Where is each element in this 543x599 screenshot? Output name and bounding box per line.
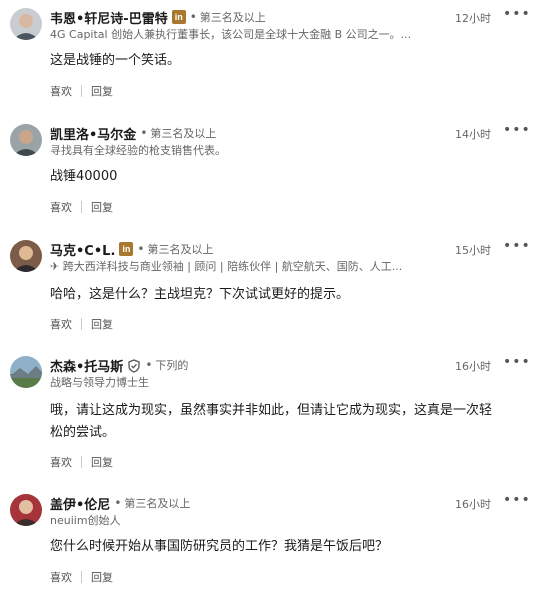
commenter-name[interactable]: 韦恩•轩尼诗-巴雷特 [50, 8, 168, 27]
linkedin-premium-icon: in [171, 10, 186, 24]
comment-actions: 喜欢 回复 [50, 569, 113, 585]
separator-dot: • [145, 358, 153, 372]
commenter-headline: 寻找具有全球经验的枪支销售代表。 [50, 144, 226, 157]
comment-header: 盖伊•伦尼 • 第三名及以上 neuiim创始人 16小时 ••• [50, 493, 537, 528]
more-options-icon[interactable]: ••• [503, 239, 530, 256]
comment-item: 马克•C•L. in • 第三名及以上 ✈ 跨大西洋科技与商业领袖 | 顾问 |… [0, 239, 543, 335]
divider [81, 571, 82, 583]
comment-header: 韦恩•轩尼诗-巴雷特 in • 第三名及以上 4G Capital 创始人兼执行… [50, 7, 537, 42]
connection-degree: 第三名及以上 [147, 243, 214, 256]
reply-button[interactable]: 回复 [91, 569, 113, 585]
separator-dot: • [114, 496, 122, 510]
commenter-headline: neuiim创始人 [50, 514, 121, 527]
comment-time: 16小时 [455, 360, 491, 373]
commenter-name[interactable]: 凯里洛•马尔金 [50, 124, 136, 143]
comment-actions: 喜欢 回复 [50, 454, 113, 470]
comment-time: 15小时 [455, 244, 491, 257]
commenter-headline: 4G Capital 创始人兼执行董事长，该公司是全球十大金融 B 公司之一。.… [50, 28, 412, 41]
connection-degree: 下列的 [155, 359, 189, 372]
linkedin-premium-icon: in [119, 242, 134, 256]
commenter-headline: ✈ 跨大西洋科技与商业领袖 | 顾问 | 陪练伙伴 | 航空航天、国防、人工..… [50, 260, 403, 273]
avatar[interactable] [10, 240, 42, 272]
like-button[interactable]: 喜欢 [50, 454, 72, 470]
connection-degree: 第三名及以上 [124, 497, 191, 510]
comment-header: 杰森•托马斯 • 下列的 战略与领导力博士生 16小时 ••• [50, 355, 537, 390]
avatar[interactable] [10, 8, 42, 40]
comment-time: 12小时 [455, 12, 491, 25]
divider [81, 456, 82, 468]
comment-time: 16小时 [455, 498, 491, 511]
more-options-icon[interactable]: ••• [503, 7, 530, 24]
like-button[interactable]: 喜欢 [50, 199, 72, 215]
reply-button[interactable]: 回复 [91, 83, 113, 99]
avatar[interactable] [10, 356, 42, 388]
divider [81, 85, 82, 97]
commenter-name[interactable]: 盖伊•伦尼 [50, 494, 110, 513]
comment-actions: 喜欢 回复 [50, 199, 113, 215]
commenter-name[interactable]: 杰森•托马斯 [50, 356, 123, 375]
separator-dot: • [189, 10, 197, 24]
commenter-headline: 战略与领导力博士生 [50, 376, 149, 389]
comment-time: 14小时 [455, 128, 491, 141]
connection-degree: 第三名及以上 [199, 11, 266, 24]
reply-button[interactable]: 回复 [91, 199, 113, 215]
comment-item: 盖伊•伦尼 • 第三名及以上 neuiim创始人 16小时 ••• 您什么时候开… [0, 493, 543, 589]
comment-item: 韦恩•轩尼诗-巴雷特 in • 第三名及以上 4G Capital 创始人兼执行… [0, 7, 543, 103]
comment-text: 这是战锤的一个笑话。 [50, 53, 181, 68]
comment-header: 凯里洛•马尔金 • 第三名及以上 寻找具有全球经验的枪支销售代表。 14小时 •… [50, 123, 537, 158]
avatar[interactable] [10, 124, 42, 156]
comment-text: 您什么时候开始从事国防研究员的工作？我猜是午饭后吧？ [50, 539, 389, 554]
comment-text: 战锤40000 [50, 169, 118, 184]
comment-header: 马克•C•L. in • 第三名及以上 ✈ 跨大西洋科技与商业领袖 | 顾问 |… [50, 239, 537, 274]
connection-degree: 第三名及以上 [150, 127, 217, 140]
comment-text: 哈哈，这是什么？主战坦克？下次试试更好的提示。 [50, 287, 350, 302]
verified-shield-icon [127, 358, 141, 373]
reply-button[interactable]: 回复 [91, 316, 113, 332]
comment-item: 杰森•托马斯 • 下列的 战略与领导力博士生 16小时 ••• 哦，请让这成为现… [0, 355, 543, 476]
reply-button[interactable]: 回复 [91, 454, 113, 470]
divider [81, 318, 82, 330]
more-options-icon[interactable]: ••• [503, 355, 530, 372]
comment-text: 哦，请让这成为现实，虽然事实并非如此，但请让它成为现实，这真是一次轻松的尝试。 [50, 403, 493, 440]
separator-dot: • [137, 242, 145, 256]
commenter-name[interactable]: 马克•C•L. [50, 240, 115, 259]
divider [81, 201, 82, 213]
separator-dot: • [140, 126, 148, 140]
avatar[interactable] [10, 494, 42, 526]
more-options-icon[interactable]: ••• [503, 123, 530, 140]
more-options-icon[interactable]: ••• [503, 493, 530, 510]
like-button[interactable]: 喜欢 [50, 316, 72, 332]
comment-actions: 喜欢 回复 [50, 83, 113, 99]
like-button[interactable]: 喜欢 [50, 569, 72, 585]
comment-actions: 喜欢 回复 [50, 316, 113, 332]
comment-item: 凯里洛•马尔金 • 第三名及以上 寻找具有全球经验的枪支销售代表。 14小时 •… [0, 123, 543, 219]
like-button[interactable]: 喜欢 [50, 83, 72, 99]
